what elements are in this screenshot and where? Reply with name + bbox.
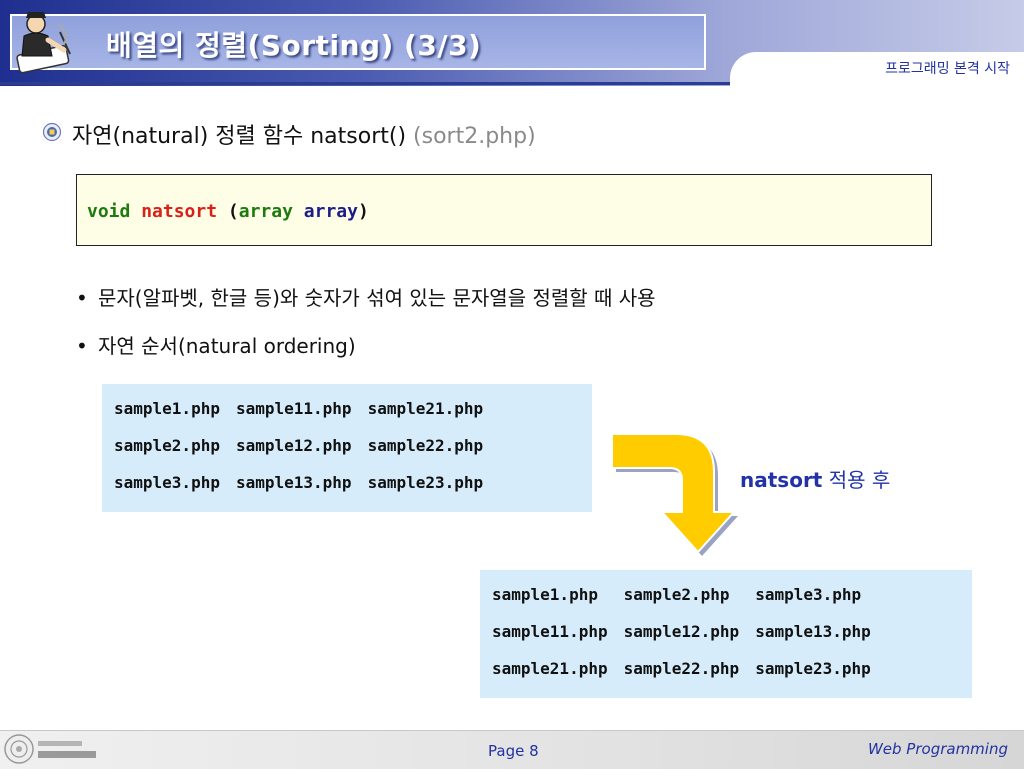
table-cell: sample13.php bbox=[755, 622, 871, 641]
sub-bullet-item: • 자연 순서(natural ordering) bbox=[76, 330, 356, 359]
code-param-type: array bbox=[238, 201, 293, 222]
main-bullet-file: (sort2.php) bbox=[413, 124, 536, 149]
table-cell: sample22.php bbox=[623, 659, 740, 678]
table-cell: sample1.php bbox=[114, 399, 220, 418]
curved-down-arrow-icon bbox=[611, 433, 738, 556]
code-return-type: void bbox=[87, 201, 131, 222]
code-param-name: array bbox=[303, 201, 358, 222]
table-row: sample1.php sample11.php sample21.php bbox=[110, 390, 495, 427]
after-sort-label: natsort 적용 후 bbox=[740, 464, 890, 493]
table-cell: sample11.php bbox=[492, 622, 608, 641]
table-cell: sample1.php bbox=[492, 585, 598, 604]
bullet-dot: • bbox=[76, 286, 88, 310]
table-cell: sample12.php bbox=[623, 622, 740, 641]
table-row: sample3.php sample13.php sample23.php bbox=[110, 464, 495, 501]
table-cell: sample3.php bbox=[755, 585, 862, 604]
bullet-dot: • bbox=[76, 334, 88, 358]
table-cell: sample21.php bbox=[367, 399, 484, 418]
table-cell: sample22.php bbox=[367, 436, 484, 455]
code-paren-open: ( bbox=[227, 201, 239, 222]
table-row: sample2.php sample12.php sample22.php bbox=[110, 427, 495, 464]
university-logo-icon bbox=[4, 734, 96, 764]
after-label-fn: natsort bbox=[740, 468, 823, 492]
university-emblem-icon bbox=[42, 122, 62, 142]
table-cell: sample2.php bbox=[114, 436, 220, 455]
table-row: sample11.php sample12.php sample13.php bbox=[488, 613, 883, 650]
table-cell: sample11.php bbox=[235, 399, 352, 418]
code-paren-close: ) bbox=[357, 201, 369, 222]
after-label-text: 적용 후 bbox=[822, 468, 891, 492]
table-row: sample1.php sample2.php sample3.php bbox=[488, 576, 883, 613]
code-function-name: natsort bbox=[141, 201, 218, 222]
section-subtitle: 프로그래밍 본격 시작 bbox=[885, 61, 1010, 77]
function-signature: void natsort (array array) bbox=[87, 201, 369, 222]
before-sort-table: sample1.php sample11.php sample21.php sa… bbox=[102, 384, 592, 512]
table-row: sample21.php sample22.php sample23.php bbox=[488, 650, 883, 687]
table-cell: sample21.php bbox=[492, 659, 608, 678]
course-name: Web Programming bbox=[867, 740, 1008, 758]
function-signature-box: void natsort (array array) bbox=[76, 174, 932, 246]
sub-bullet-text: 문자(알파벳, 한글 등)와 숫자가 섞여 있는 문자열을 정렬할 때 사용 bbox=[98, 286, 656, 310]
writer-figure-icon bbox=[16, 12, 71, 74]
sub-bullet-text: 자연 순서(natural ordering) bbox=[98, 334, 356, 358]
main-bullet-text: 자연(natural) 정렬 함수 natsort() bbox=[72, 124, 414, 149]
table-cell: sample2.php bbox=[623, 585, 730, 604]
table-cell: sample12.php bbox=[235, 436, 352, 455]
after-sort-table: sample1.php sample2.php sample3.php samp… bbox=[480, 570, 972, 698]
table-cell: sample23.php bbox=[367, 473, 484, 492]
table-cell: sample13.php bbox=[235, 473, 352, 492]
page-title: 배열의 정렬(Sorting) (3/3) bbox=[106, 29, 482, 62]
page-number: Page 8 bbox=[488, 742, 539, 760]
table-cell: sample23.php bbox=[755, 659, 871, 678]
sub-bullet-item: • 문자(알파벳, 한글 등)와 숫자가 섞여 있는 문자열을 정렬할 때 사용 bbox=[76, 282, 656, 311]
table-cell: sample3.php bbox=[114, 473, 220, 492]
main-bullet: 자연(natural) 정렬 함수 natsort() (sort2.php) bbox=[72, 118, 536, 150]
